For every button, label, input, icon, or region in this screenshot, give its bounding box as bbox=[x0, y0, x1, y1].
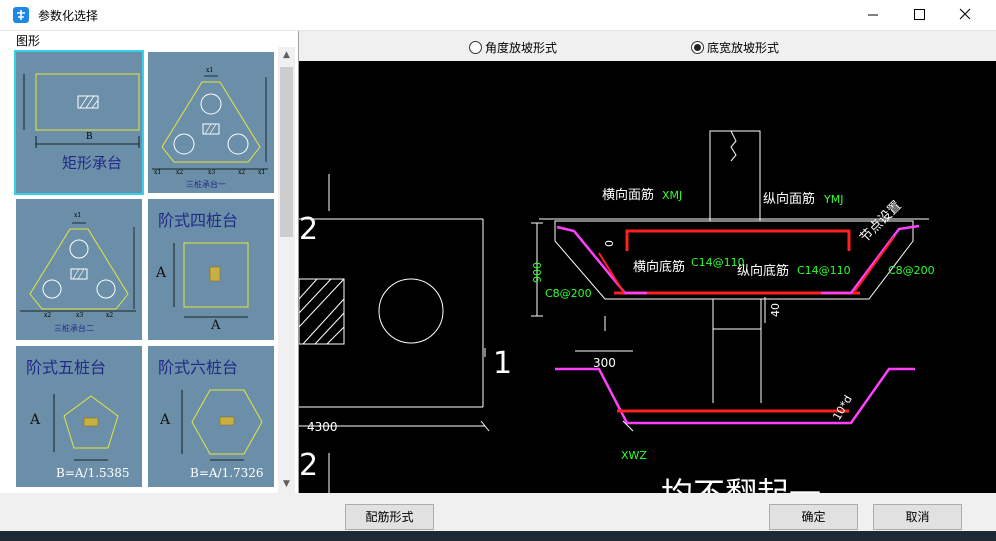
dim-label: x3 bbox=[208, 169, 216, 176]
dim-label: A bbox=[30, 412, 41, 428]
drawing-preview: 2 1 2 4300 横向面筋 XMJ 纵向面筋 YMJ 节点设置 横向底筋 C… bbox=[299, 61, 996, 493]
dim-label: A bbox=[156, 265, 167, 281]
shape-item-step-six-pile[interactable]: 阶式六桩台 A B=A/1.7326 bbox=[148, 346, 274, 487]
shape-gallery: B 矩形承台 x1 x1 x2 x3 x2 x1 三桩承台一 x1 x2 x3 … bbox=[10, 45, 276, 493]
annotation-label: 横向底筋 bbox=[633, 259, 685, 275]
dimension-label: 900 bbox=[531, 262, 544, 283]
dim-label: x1 bbox=[154, 169, 162, 176]
minimize-button[interactable] bbox=[850, 0, 896, 30]
window-title: 参数化选择 bbox=[38, 9, 99, 23]
preview-panel: 角度放坡形式 底宽放坡形式 2 1 2 4300 横向面筋 XMJ 纵向面筋 Y… bbox=[299, 31, 996, 493]
shape-item-step-four-pile[interactable]: 阶式四桩台 A A bbox=[148, 199, 274, 340]
formula-label: B=A/1.5385 bbox=[56, 466, 130, 480]
radio-angle-slope[interactable]: 角度放坡形式 bbox=[469, 40, 558, 55]
shape-item-rect-cap[interactable]: B 矩形承台 bbox=[14, 50, 144, 195]
scroll-up-arrow-icon[interactable]: ▲ bbox=[278, 47, 295, 64]
dim-label: x1 bbox=[258, 169, 266, 176]
note-text: 均不翻起一 bbox=[661, 475, 821, 493]
cancel-button[interactable]: 取消 bbox=[873, 504, 962, 530]
dimension-label: 40 bbox=[769, 303, 782, 317]
rebar-form-button[interactable]: 配筋形式 bbox=[345, 504, 434, 530]
shape-panel: 图形 B 矩形承台 x1 x1 x2 x3 x2 x1 三桩承台一 x1 x2 … bbox=[0, 31, 299, 493]
annotation-label: 纵向面筋 bbox=[763, 191, 815, 207]
annotation-code: YMJ bbox=[823, 193, 843, 206]
app-icon bbox=[13, 7, 29, 23]
formula-label: B=A/1.7326 bbox=[190, 466, 264, 480]
radio-label: 底宽放坡形式 bbox=[707, 40, 780, 55]
dim-label: x2 bbox=[238, 169, 246, 176]
shape-item-label: 矩形承台 bbox=[62, 154, 123, 172]
dim-label: x3 bbox=[76, 312, 84, 319]
section-view bbox=[531, 130, 929, 432]
section-mark: 1 bbox=[493, 346, 512, 381]
annotation-label: 纵向底筋 bbox=[737, 263, 789, 279]
annotation-code: C8@200 bbox=[888, 264, 935, 277]
shape-item-label: 阶式四桩台 bbox=[158, 211, 239, 230]
section-mark: 2 bbox=[299, 212, 318, 247]
dimension-label: 300 bbox=[593, 356, 616, 370]
radio-bottom-width-slope[interactable]: 底宽放坡形式 bbox=[691, 40, 780, 55]
annotation-code: C14@110 bbox=[797, 264, 851, 277]
annotation-label: 节点设置 bbox=[857, 198, 904, 245]
radio-label: 角度放坡形式 bbox=[485, 40, 558, 55]
title-bar: 参数化选择 bbox=[0, 0, 996, 31]
annotation-code: XWZ bbox=[621, 449, 647, 462]
scroll-down-arrow-icon[interactable]: ▼ bbox=[278, 476, 295, 493]
shape-item-three-pile-2[interactable]: x1 x2 x3 x2 三桩承台二 bbox=[16, 199, 142, 340]
annotation-label: 10*d bbox=[830, 393, 855, 422]
annotation-label: 横向面筋 bbox=[602, 187, 654, 203]
annotation-code: XMJ bbox=[662, 189, 682, 202]
dim-label: x2 bbox=[44, 312, 52, 319]
radio-unchecked-icon[interactable] bbox=[469, 40, 482, 54]
shape-item-label: 三桩承台一 bbox=[186, 180, 226, 189]
gallery-scrollbar[interactable]: ▲ ▼ bbox=[278, 47, 295, 493]
background-app-strip bbox=[0, 531, 996, 541]
dim-label: A bbox=[211, 318, 221, 333]
shape-item-step-five-pile[interactable]: 阶式五桩台 A B=A/1.5385 bbox=[16, 346, 142, 487]
shape-item-label: 三桩承台二 bbox=[54, 324, 94, 333]
shape-item-label: 阶式六桩台 bbox=[158, 358, 239, 377]
dimension-label: 0 bbox=[603, 240, 616, 247]
shape-item-three-pile-1[interactable]: x1 x1 x2 x3 x2 x1 三桩承台一 bbox=[148, 52, 274, 193]
dim-label: A bbox=[160, 412, 171, 428]
dim-label: B bbox=[86, 132, 93, 142]
dim-label: x1 bbox=[74, 212, 82, 219]
section-mark: 2 bbox=[299, 448, 318, 483]
scroll-thumb[interactable] bbox=[280, 67, 293, 237]
preview-drawing: 2 1 2 4300 横向面筋 XMJ 纵向面筋 YMJ 节点设置 横向底筋 C… bbox=[299, 130, 935, 493]
close-button[interactable] bbox=[942, 0, 988, 30]
radio-checked-icon[interactable] bbox=[691, 40, 704, 54]
dialog-content: 图形 B 矩形承台 x1 x1 x2 x3 x2 x1 三桩承台一 x1 x2 … bbox=[0, 31, 996, 493]
shape-item-label: 阶式五桩台 bbox=[26, 358, 107, 377]
dimension-label: 4300 bbox=[307, 420, 338, 434]
plan-view bbox=[299, 174, 490, 493]
slope-mode-bar: 角度放坡形式 底宽放坡形式 bbox=[299, 31, 996, 61]
maximize-button[interactable] bbox=[896, 0, 942, 30]
dim-label: x2 bbox=[106, 312, 114, 319]
dim-label: x2 bbox=[176, 169, 184, 176]
annotation-code: C8@200 bbox=[545, 287, 592, 300]
dim-label: x1 bbox=[206, 67, 214, 74]
ok-button[interactable]: 确定 bbox=[769, 504, 858, 530]
